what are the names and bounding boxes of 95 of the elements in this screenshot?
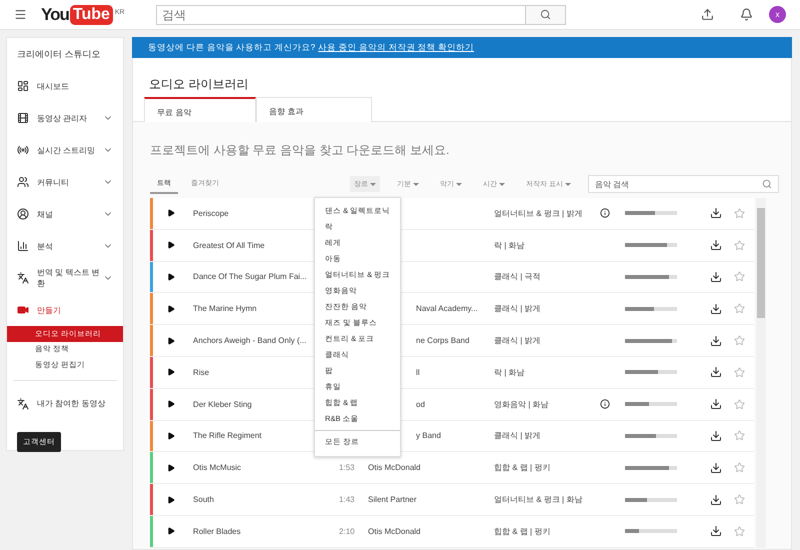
track-duration: 2:10 (339, 526, 355, 536)
track-genre: 락 | 화남 (494, 366, 525, 378)
logo-text: You (41, 4, 69, 24)
track-row[interactable]: Roller Blades 2:10 Otis McDonald 힙합 & 랩 | 펑키 (150, 516, 754, 548)
track-duration: 1:43 (339, 495, 355, 504)
download-icon[interactable] (710, 494, 722, 506)
download-icon[interactable] (710, 239, 722, 252)
track-genre: 클래식 | 밝게 (494, 335, 541, 346)
track-artist: Otis McDonald (368, 526, 421, 536)
person-circle-icon (17, 208, 29, 220)
sidebar-item[interactable]: 만들기 (7, 294, 124, 326)
track-genre: 얼터너티브 & 펑크 | 화남 (494, 494, 582, 506)
track-title: South (193, 495, 214, 504)
sidebar-item[interactable]: 동영상 관리자 (7, 102, 124, 134)
search-icon (540, 9, 551, 20)
track-genre: 클래식 | 극적 (494, 271, 541, 282)
track-genre: 영화음악 | 화남 (494, 398, 549, 410)
translate-icon (17, 398, 29, 410)
bell-icon[interactable] (740, 8, 753, 21)
sidebar-item[interactable]: 대시보드 (7, 70, 124, 102)
dashboard-icon (17, 80, 29, 92)
video-camera-icon (17, 304, 29, 316)
scrollbar[interactable] (756, 198, 766, 548)
sidebar-item[interactable]: 번역 및 텍스트 변환 (7, 262, 124, 294)
people-icon (17, 176, 29, 188)
bar-chart-icon (17, 240, 29, 252)
download-icon[interactable] (710, 334, 722, 347)
star-icon[interactable] (734, 462, 746, 474)
track-genre: 힙합 & 랩 | 펑키 (494, 462, 550, 474)
translate-icon (17, 272, 29, 284)
menu-icon[interactable] (14, 8, 27, 21)
track-artist: Silent Partner (368, 495, 417, 504)
track-title: The Marine Hymn (193, 304, 257, 314)
track-title: Periscope (193, 208, 229, 218)
notice-text: 동영상에 다른 음악을 사용하고 계신가요? (148, 42, 316, 54)
star-icon[interactable] (734, 335, 746, 346)
track-title: Roller Blades (193, 526, 241, 536)
tab[interactable]: 음향 효과 (256, 97, 372, 122)
sidebar-item[interactable]: 커뮤니티 (7, 166, 124, 198)
download-icon[interactable] (710, 302, 722, 315)
download-icon[interactable] (710, 430, 722, 442)
track-genre: 클래식 | 밝게 (494, 430, 541, 442)
download-icon[interactable] (710, 398, 722, 410)
track-row[interactable]: South 1:43 Silent Partner 얼터너티브 & 펑크 | 화남 (150, 484, 754, 516)
broadcast-icon (17, 144, 29, 156)
track-artist: ll (416, 368, 420, 377)
track-duration: 1:53 (339, 463, 355, 472)
page-title: 오디오 라이브러리 (148, 76, 250, 93)
star-icon[interactable] (734, 240, 746, 251)
track-artist: y Band (416, 431, 441, 440)
track-genre: 힙합 & 랩 | 펑키 (494, 526, 550, 537)
track-artist: ne Corps Band (416, 336, 470, 346)
download-icon[interactable] (710, 366, 722, 378)
download-icon[interactable] (710, 207, 722, 220)
star-icon[interactable] (734, 208, 746, 219)
search-button[interactable] (526, 4, 566, 24)
star-icon[interactable] (734, 271, 746, 282)
download-icon[interactable] (710, 525, 722, 538)
track-genre: 클래식 | 밝게 (494, 303, 541, 314)
track-title: Anchors Aweigh - Band Only (... (193, 336, 306, 346)
sidebar-title: 크리에이터 스튜디오 (16, 48, 102, 61)
music-search-field[interactable]: 음악 검색 (588, 175, 779, 193)
track-artist: Naval Academy... (416, 304, 478, 314)
tab[interactable]: 무료 음악 (144, 97, 256, 122)
policy-link[interactable]: 사용 중인 음악의 저작권 정책 확인하기 (318, 42, 474, 54)
download-icon[interactable] (710, 462, 722, 474)
star-icon[interactable] (734, 398, 746, 410)
star-icon[interactable] (734, 430, 746, 442)
upload-icon[interactable] (701, 8, 714, 21)
track-title: Greatest Of All Time (193, 240, 265, 250)
download-icon[interactable] (710, 270, 722, 283)
track-title: Rise (193, 368, 210, 377)
sidebar-item[interactable]: 실시간 스트리밍 (7, 134, 124, 166)
search-field[interactable]: 검색 (156, 4, 526, 24)
star-icon[interactable] (734, 526, 746, 537)
star-icon[interactable] (734, 303, 746, 314)
film-icon (17, 112, 29, 124)
sidebar-item[interactable]: 채널 (7, 198, 124, 230)
track-artist: Otis McDonald (368, 463, 421, 472)
track-title: Otis McMusic (193, 463, 242, 472)
star-icon[interactable] (734, 494, 746, 506)
track-genre: 얼터너티브 & 펑크 | 밝게 (494, 208, 582, 219)
sidebar-item[interactable]: 분석 (7, 230, 124, 262)
sidebar-item[interactable]: 내가 참여한 동영상 (7, 388, 124, 420)
track-artist: od (416, 400, 425, 409)
description: 프로젝트에 사용할 무료 음악을 찾고 다운로드해 보세요. (150, 142, 450, 159)
star-icon[interactable] (734, 366, 746, 378)
avatar[interactable]: x (769, 6, 786, 23)
track-title: Der Kleber Sting (193, 400, 252, 409)
search-icon (762, 179, 772, 189)
track-genre: 락 | 화남 (494, 240, 525, 251)
track-title: The Rifle Regiment (193, 431, 262, 440)
track-title: Dance Of The Sugar Plum Fai... (193, 272, 307, 282)
logo-badge: Tube (70, 4, 113, 24)
track-row[interactable]: Otis McMusic 1:53 Otis McDonald 힙합 & 랩 | 펑키 (150, 452, 754, 484)
